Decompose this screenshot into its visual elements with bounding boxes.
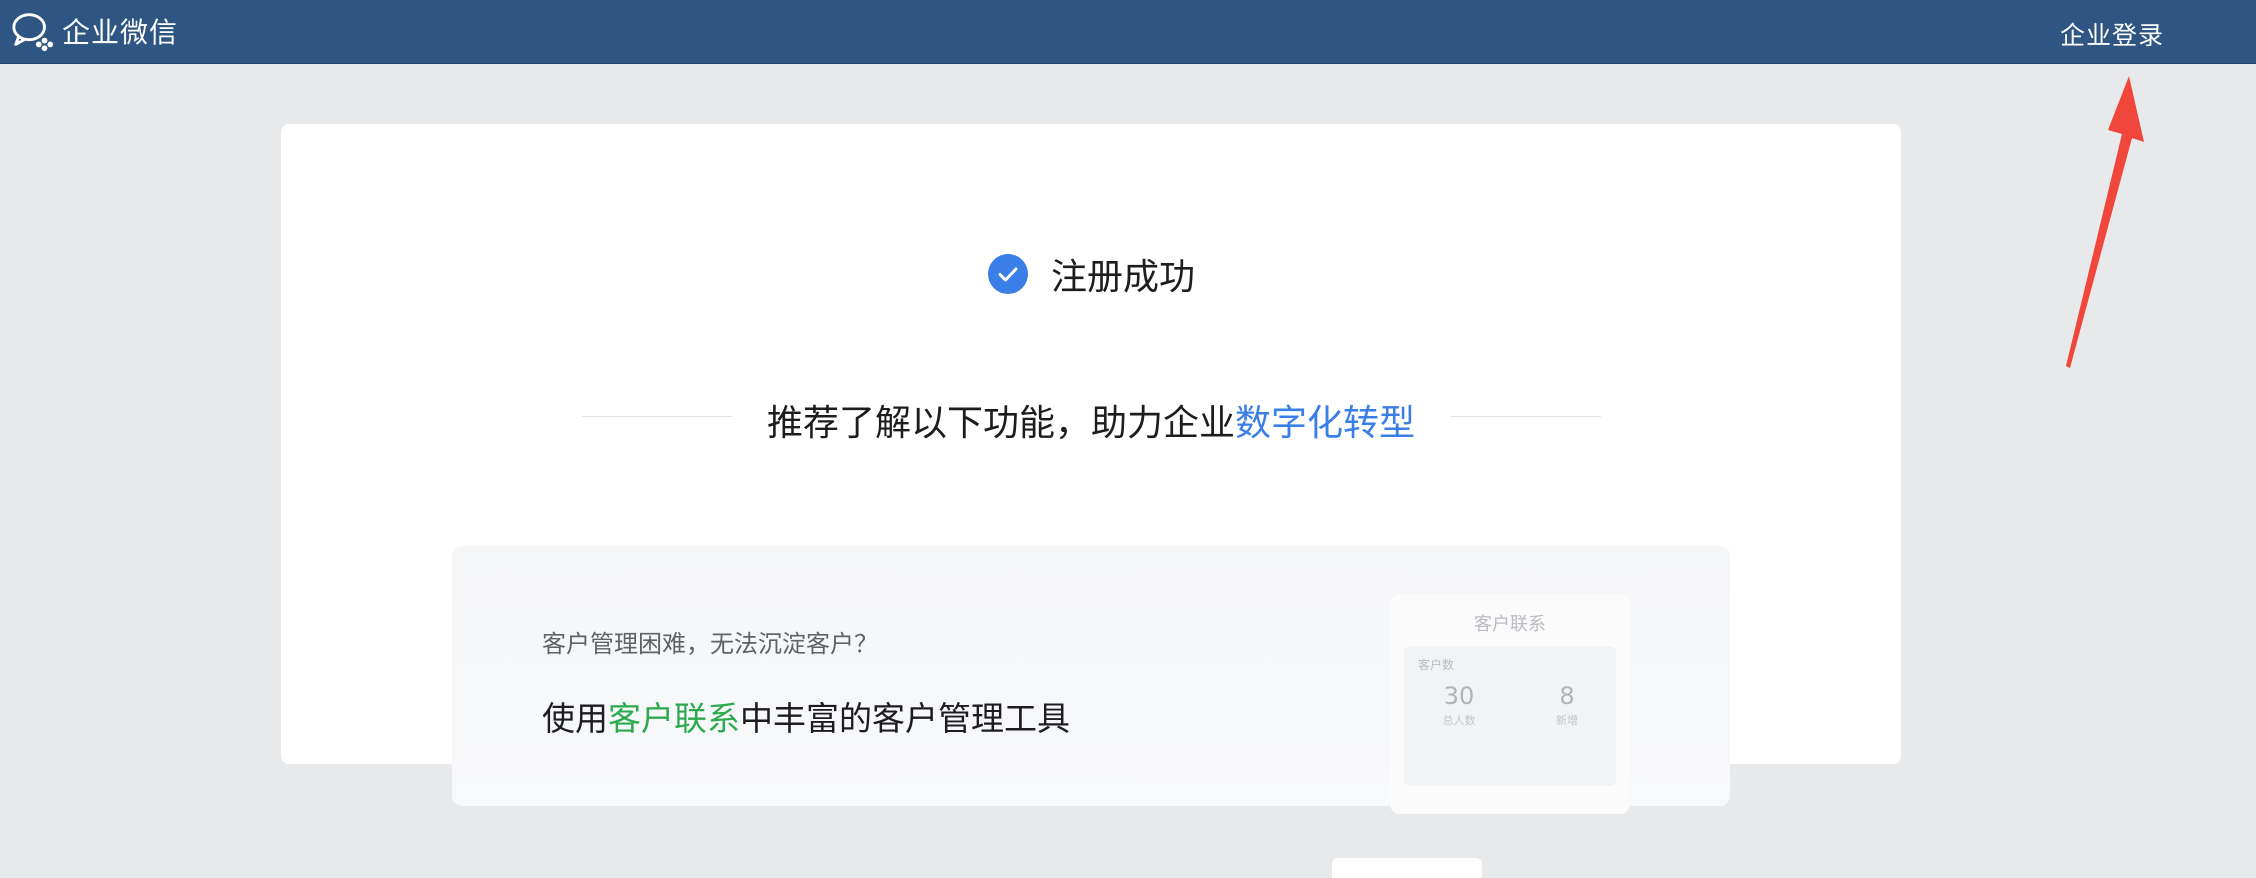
preview-stat-value: 30	[1443, 682, 1475, 710]
feature-title-suffix: 中丰富的客户管理工具	[740, 699, 1070, 738]
preview-stats-box: 客户数 30 总人数 8 新增	[1404, 646, 1616, 786]
brand-name: 企业微信	[62, 16, 179, 49]
annotation-arrow-icon	[2066, 76, 2144, 368]
recommend-prefix: 推荐了解以下功能，助力企业	[766, 403, 1235, 444]
brand[interactable]: 企业微信	[10, 10, 178, 52]
enterprise-login-link[interactable]: 企业登录	[2060, 16, 2164, 52]
divider-left	[582, 416, 732, 417]
feature-title-prefix: 使用	[542, 699, 608, 738]
recommend-highlight: 数字化转型	[1235, 403, 1416, 444]
feature-preview: 客户联系 客户数 30 总人数 8 新增	[1390, 594, 1630, 814]
preview-stat-caption: 新增	[1556, 714, 1578, 727]
top-bar: 企业微信 企业登录	[0, 0, 2256, 64]
preview-stat-new: 8 新增	[1522, 682, 1612, 728]
preview-stat-caption: 总人数	[1442, 714, 1476, 727]
wecom-logo-icon	[12, 13, 54, 52]
recommend-text: 推荐了解以下功能，助力企业数字化转型	[731, 394, 1451, 446]
feature-title: 使用客户联系中丰富的客户管理工具	[542, 692, 1070, 740]
divider-right	[1451, 416, 1601, 417]
success-status: 注册成功	[281, 248, 1901, 300]
feature-question: 客户管理困难，无法沉淀客户？	[542, 630, 878, 658]
preview-stat-total: 30 总人数	[1414, 682, 1504, 728]
preview-title: 客户联系	[1474, 614, 1546, 635]
preview-card-edge	[1332, 858, 1482, 878]
check-circle-icon	[987, 254, 1028, 294]
success-text: 注册成功	[1050, 257, 1195, 298]
preview-stat-value: 8	[1559, 682, 1575, 710]
recommend-heading: 推荐了解以下功能，助力企业数字化转型	[281, 386, 1901, 446]
feature-title-highlight: 客户联系	[608, 699, 740, 738]
preview-label: 客户数	[1418, 658, 1455, 672]
result-card: 注册成功 推荐了解以下功能，助力企业数字化转型 客户管理困难，无法沉淀客户？ 使…	[281, 124, 1901, 878]
feature-panel-customer-contact[interactable]: 客户管理困难，无法沉淀客户？ 使用客户联系中丰富的客户管理工具 客户联系 客户数…	[452, 546, 1730, 878]
